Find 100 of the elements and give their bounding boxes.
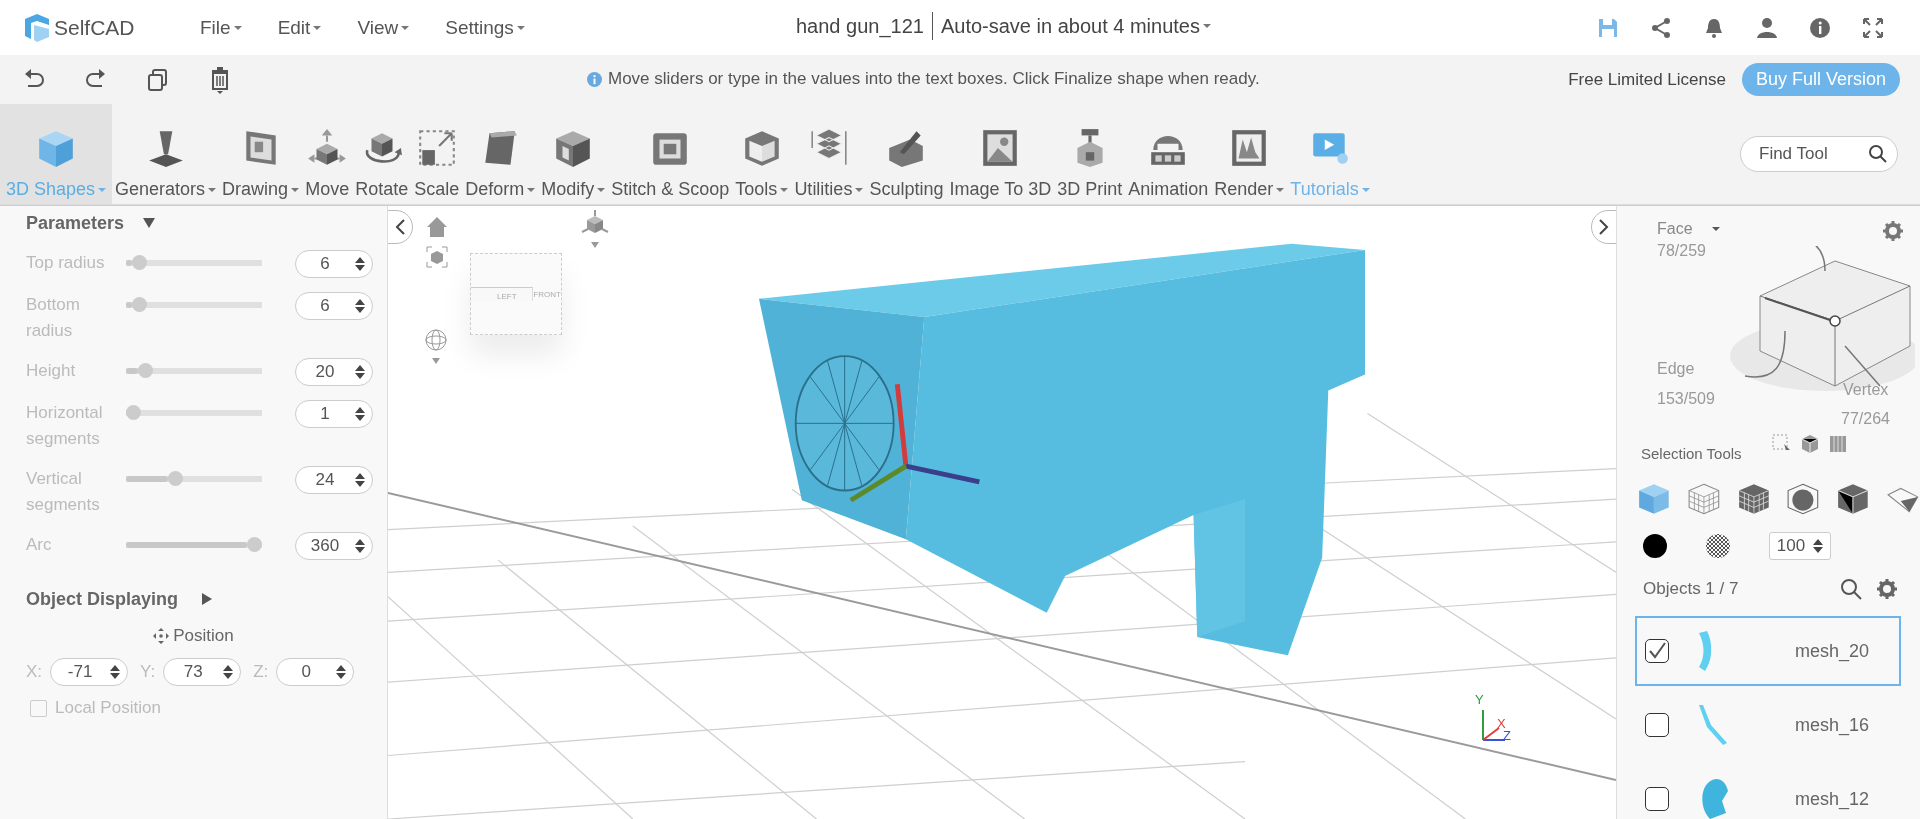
logo-icon <box>22 12 52 43</box>
autosave-dropdown[interactable]: Auto-save in about 4 minutes <box>940 14 1211 38</box>
info-icon[interactable] <box>1809 16 1831 39</box>
caret-icon[interactable] <box>1276 187 1285 192</box>
hint-message: Move sliders or type in the values into the text boxes. Click Finalize shape when ready. <box>608 69 1260 89</box>
checkbox[interactable] <box>1645 713 1669 737</box>
checkered-sphere-icon[interactable] <box>1705 533 1731 559</box>
project-title: hand gun_121 <box>796 14 924 38</box>
view-cube-icon[interactable] <box>580 210 610 250</box>
checkbox[interactable] <box>1645 787 1669 811</box>
toolbar-button[interactable]: Tools <box>732 104 792 204</box>
menu-item[interactable]: View <box>353 14 414 41</box>
caret-icon[interactable] <box>597 187 606 192</box>
axis-label: Y <box>1475 692 1484 707</box>
spinner-icon[interactable] <box>1812 537 1824 555</box>
sphere-in-cube-icon[interactable] <box>1786 482 1821 516</box>
toolbar-button[interactable]: 3D Print <box>1054 104 1126 204</box>
number-field[interactable]: 0 <box>276 658 355 686</box>
face-count: 78/259 <box>1657 242 1706 260</box>
axis-label: Z: <box>253 662 269 682</box>
cube-face-label: LEFT <box>471 287 534 301</box>
slider-thumb[interactable] <box>132 297 148 312</box>
settings-icon[interactable] <box>1876 578 1898 600</box>
toolbar-button[interactable]: Generators <box>112 104 220 204</box>
toolbar-button[interactable]: Sculpting <box>866 104 947 204</box>
frame-cube-icon[interactable] <box>426 246 448 268</box>
license-label: Free Limited License <box>1568 69 1726 90</box>
menu-item[interactable]: Settings <box>441 14 529 41</box>
menu-item[interactable]: File <box>196 14 246 41</box>
object-row[interactable]: mesh_20 <box>1635 616 1901 686</box>
spinner-icon[interactable] <box>354 537 366 555</box>
toolbar-button[interactable]: Stitch & Scoop <box>608 104 733 204</box>
slider-thumb[interactable] <box>132 255 148 270</box>
toolbar-button[interactable]: Drawing <box>219 104 303 204</box>
toolbar-button[interactable]: Scale <box>411 104 463 204</box>
toolbar-button[interactable]: Utilities <box>791 104 867 204</box>
slider-thumb[interactable] <box>247 537 262 552</box>
grid-cube-icon[interactable] <box>1736 482 1771 516</box>
slider-thumb[interactable] <box>126 405 141 420</box>
collapse-button[interactable] <box>388 210 413 244</box>
caret-icon[interactable] <box>780 187 789 192</box>
object-row[interactable]: mesh_16 <box>1635 690 1901 760</box>
number-field[interactable]: 6 <box>295 292 373 320</box>
object-row[interactable]: mesh_12 <box>1635 764 1901 819</box>
slider-fill <box>126 367 139 374</box>
caret-icon[interactable] <box>855 187 864 192</box>
slider-thumb[interactable] <box>138 363 154 378</box>
number-field[interactable]: 6 <box>295 250 373 278</box>
home-icon[interactable] <box>426 216 448 238</box>
spinner-icon[interactable] <box>354 297 366 315</box>
collapse-button[interactable] <box>1591 210 1616 244</box>
collapse-triangle-icon[interactable] <box>142 216 157 230</box>
section-title: Parameters <box>26 212 125 234</box>
search-icon[interactable] <box>1840 578 1862 600</box>
fullscreen-icon[interactable] <box>1862 16 1884 39</box>
color-swatch[interactable] <box>1643 534 1667 558</box>
number-field[interactable]: 73 <box>163 658 242 686</box>
wireframe-cube-icon[interactable] <box>1686 482 1721 516</box>
number-field[interactable]: 1 <box>295 400 373 428</box>
spinner-icon[interactable] <box>222 663 235 681</box>
gear-icon[interactable] <box>1882 220 1904 242</box>
vertex-count: 77/264 <box>1841 410 1890 428</box>
toolbar-button[interactable]: Rotate <box>352 104 412 204</box>
share-icon[interactable] <box>1650 16 1672 39</box>
opacity-field[interactable]: 100 <box>1769 532 1831 560</box>
toolbar-button[interactable]: Modify <box>538 104 609 204</box>
caret-icon[interactable] <box>208 187 217 192</box>
position-label: Position <box>173 626 234 646</box>
toolbar-button[interactable]: Image To 3D <box>946 104 1055 204</box>
selection-tools-label: Selection Tools <box>1641 444 1742 462</box>
toolbar-button[interactable]: Render <box>1211 104 1288 204</box>
split-cube-icon[interactable] <box>1836 482 1871 516</box>
search-icon[interactable] <box>1868 144 1888 164</box>
bell-icon[interactable] <box>1703 16 1725 39</box>
checkbox[interactable] <box>1645 639 1669 663</box>
spinner-icon[interactable] <box>354 255 366 273</box>
chevron-left-icon <box>394 219 406 235</box>
spinner-icon[interactable] <box>109 663 122 681</box>
number-field[interactable]: 20 <box>295 358 373 386</box>
checkbox-label: Local Position <box>55 698 161 718</box>
toolbar-button[interactable]: Deform <box>462 104 539 204</box>
number-field[interactable]: -71 <box>50 658 129 686</box>
edge-count: 153/509 <box>1657 390 1715 408</box>
slider-thumb[interactable] <box>168 471 184 486</box>
menu-item[interactable]: Edit <box>273 14 326 41</box>
user-icon[interactable] <box>1756 16 1778 39</box>
toolbar-button[interactable]: Move <box>302 104 353 204</box>
copy-icon[interactable] <box>146 67 170 92</box>
spinner-icon[interactable] <box>354 471 366 489</box>
spinner-icon[interactable] <box>354 405 366 423</box>
number-field[interactable]: 360 <box>295 532 373 560</box>
spinner-icon[interactable] <box>354 363 366 381</box>
number-field[interactable]: 24 <box>295 466 373 494</box>
caret-icon[interactable] <box>291 187 300 192</box>
caret-icon[interactable] <box>527 187 536 192</box>
search-field[interactable]: Find Tool <box>1740 136 1898 172</box>
toolbar-button[interactable]: Animation <box>1125 104 1212 204</box>
spinner-icon[interactable] <box>335 663 348 681</box>
mesh-thumbnail-icon <box>1699 705 1727 745</box>
chevron-right-icon <box>1598 219 1610 235</box>
